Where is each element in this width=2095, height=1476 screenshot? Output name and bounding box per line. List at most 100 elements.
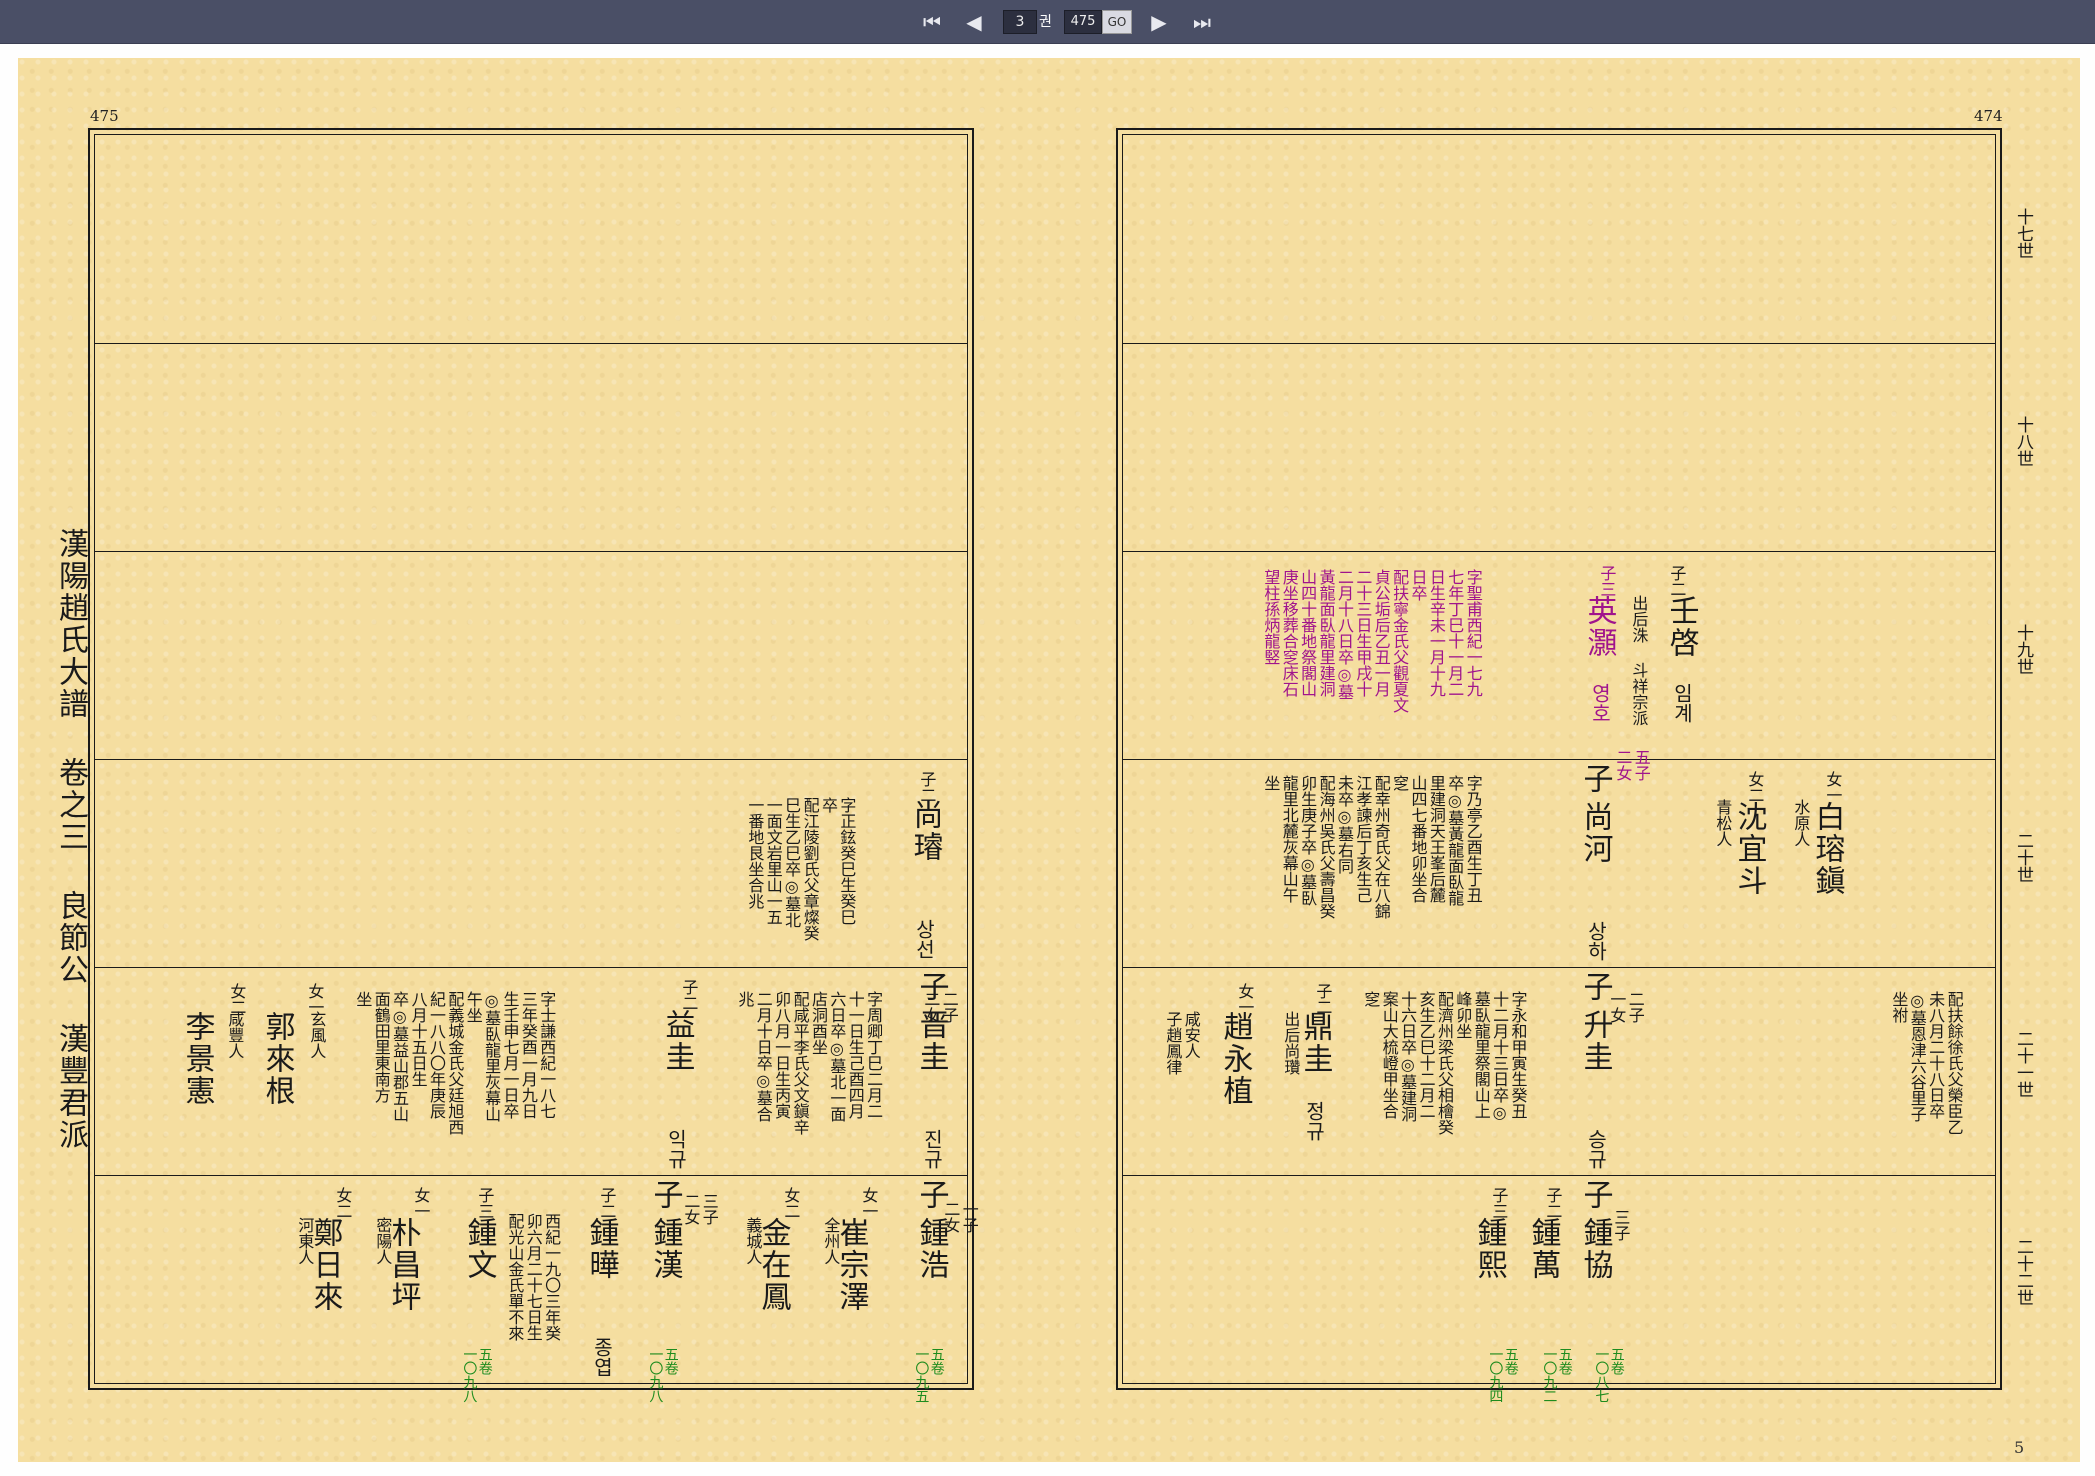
entry-name: 英灝 <box>1581 595 1617 659</box>
entry-name: 晋圭 <box>913 1009 949 1073</box>
entry-volume-reference: 五卷 一〇九五 <box>913 1347 945 1403</box>
generation-label: 二十一世 <box>2013 1030 2033 1098</box>
entry-relation: 女一 <box>1823 771 1843 803</box>
entry-korean-name: 영호 <box>1588 683 1612 723</box>
entry-name: 鍾熙 <box>1471 1217 1507 1281</box>
entry-korean-name: 승규 <box>1584 1129 1608 1169</box>
generation-label: 二十二世 <box>2013 1238 2033 1306</box>
entry-name: 沈宜斗 <box>1731 801 1767 897</box>
entry-name: 壬啓 <box>1663 595 1699 659</box>
entry-origin: 玄風人 <box>307 1011 327 1059</box>
page-input[interactable]: 475 <box>1064 10 1102 34</box>
entry-relation: 女二 <box>781 1187 801 1219</box>
row-divider <box>95 1175 967 1176</box>
row-divider <box>1123 759 1995 760</box>
entry-korean-name: 상선 <box>912 919 936 959</box>
entry-relation: 女二 <box>333 1187 353 1219</box>
entry-biography: 字乃亭乙酉生丁丑 卒◎墓黃龍面臥龍 里建洞天王峯后麓 山四七番地卯坐合 窆 配幸… <box>1261 775 1483 919</box>
entry-origin: 密陽人 <box>373 1217 393 1265</box>
row-divider <box>1123 343 1995 344</box>
entry-volume-reference: 五卷 一〇九八 <box>461 1347 493 1403</box>
entry-relation: 子二 <box>1543 1187 1563 1219</box>
first-page-button[interactable]: ⏮ <box>914 7 950 37</box>
entry-biography: 西紀一九〇三年癸 卯六月二十七日生 配光山金氏單不來 <box>505 1213 562 1341</box>
entry-korean-name: 익규 <box>664 1129 688 1169</box>
entry-korean-name: 종엽 <box>590 1337 614 1377</box>
entry-relation: 子二 <box>679 979 699 1011</box>
entry-name: 子 <box>913 1179 949 1211</box>
entry-volume-reference: 五卷 一〇九八 <box>647 1347 679 1403</box>
entry-children-count: 三子 <box>1611 1209 1631 1241</box>
row-divider <box>95 759 967 760</box>
generation-label: 十九世 <box>2013 624 2033 675</box>
entry-name: 鍾萬 <box>1525 1217 1561 1281</box>
entry-volume-reference: 五卷 一〇九四 <box>1487 1347 1519 1403</box>
entry-origin: 義城人 <box>743 1217 763 1265</box>
viewer-toolbar: ⏮ ◀ 3 권 475 GO ▶ ⏭ <box>0 0 2095 44</box>
prev-page-button[interactable]: ◀ <box>956 7 992 37</box>
entry-relation: 子二 <box>597 1187 617 1219</box>
entry-biography: 字周卿丁巳二月二 十一日生己酉四月 六日卒◎墓北一面 店洞酉坐 配咸平李氏父文鎭… <box>735 991 884 1135</box>
entry-korean-name: 상하 <box>1584 921 1608 961</box>
entry-name: 子 <box>913 971 949 1003</box>
row-divider <box>95 343 967 344</box>
entry-name: 鼎圭 <box>1297 1011 1333 1075</box>
entry-children-count: 二子 一女 <box>1607 991 1645 1023</box>
entry-name: 升圭 <box>1577 1009 1613 1073</box>
book-side-title: 漢陽趙氏大譜 卷之三 良節公 漢豐君派 <box>53 528 88 1151</box>
row-divider <box>95 551 967 552</box>
entry-name: 子 <box>647 1179 683 1211</box>
row-divider <box>1123 967 1995 968</box>
entry-origin: 河東人 <box>295 1217 315 1265</box>
right-page-number: 474 <box>1974 107 2003 125</box>
entry-volume-reference: 五卷 一〇八七 <box>1593 1347 1625 1403</box>
entry-note: 出后尚瓚 <box>1281 1011 1301 1075</box>
entry-relation: 子二 <box>1667 565 1687 597</box>
entry-relation: 女二 <box>1745 771 1765 803</box>
entry-name: 趙永植 <box>1217 1011 1253 1107</box>
entry-biography: 字士謙西紀一八七 三年癸酉一月九日 生壬申七月一日卒 ◎墓臥龍里灰幕山 午坐 配… <box>353 991 557 1135</box>
entry-name: 鍾協 <box>1577 1217 1613 1281</box>
entry-relation: 子三 <box>475 1187 495 1219</box>
left-page-number: 475 <box>90 107 119 125</box>
entry-name: 尚璿 <box>907 799 943 863</box>
row-divider <box>1123 551 1995 552</box>
entry-origin: 全州人 <box>821 1217 841 1265</box>
entry-children-count: 五子 二女 <box>1613 749 1651 781</box>
go-button[interactable]: GO <box>1102 10 1132 34</box>
entry-name: 子 <box>1577 971 1613 1003</box>
entry-korean-name: 정규 <box>1302 1101 1326 1141</box>
generation-label: 十七世 <box>2013 208 2033 259</box>
entry-relation: 女一 <box>411 1187 431 1219</box>
entry-name: 鍾文 <box>461 1217 497 1281</box>
entry-name: 子 <box>1577 763 1613 795</box>
row-divider <box>1123 1175 1995 1176</box>
entry-children-count: 三子 二女 <box>681 1193 719 1225</box>
entry-relation: 子三 <box>1489 1187 1509 1219</box>
entry-origin: 水原人 <box>1791 799 1811 847</box>
entry-relation: 子三 <box>1597 565 1617 597</box>
entry-korean-name: 진규 <box>920 1129 944 1169</box>
entry-name: 鍾浩 <box>913 1217 949 1281</box>
last-page-button[interactable]: ⏭ <box>1184 7 1220 37</box>
volume-unit-label: 권 <box>1039 14 1052 30</box>
entry-name: 郭來根 <box>259 1011 295 1107</box>
next-page-button[interactable]: ▶ <box>1141 7 1177 37</box>
entry-name: 子 <box>1577 1179 1613 1211</box>
volume-input[interactable]: 3 <box>1003 10 1037 34</box>
entry-name: 益圭 <box>659 1009 695 1073</box>
left-page-panel: 子二 尚璿 상선 二子 二女 字正鉉癸巳生癸巳 卒 配江陵劉氏父章燦癸 巳生乙巳… <box>88 128 979 1403</box>
entry-korean-name: 임계 <box>1670 683 1694 723</box>
entry-origin: 咸安人 子趙鳳律 <box>1163 1011 1201 1075</box>
entry-name: 尚河 <box>1577 801 1613 865</box>
generation-label: 二十世 <box>2013 832 2033 883</box>
entry-name: 白瑢鎭 <box>1809 801 1845 897</box>
entry-note: 出后洙 斗祥宗派 <box>1629 595 1649 726</box>
row-divider <box>95 967 967 968</box>
book-spread: 475 474 漢陽趙氏大譜 卷之三 良節公 漢豐君派 子二 尚璿 상선 二子 … <box>18 58 2080 1462</box>
entry-volume-reference: 五卷 一〇九二 <box>1541 1347 1573 1403</box>
entry-name: 李景憲 <box>179 1011 215 1107</box>
entry-name: 鍾漢 <box>647 1217 683 1281</box>
entry-biography: 字聖甫西紀一七九 七年丁巳十一月二 日生辛未一月十九 日卒 配扶寧金氏父觀夏文 … <box>1261 569 1483 713</box>
entry-biography: 字永和甲寅生癸丑 十二月十三日卒◎ 墓臥龍里祭閣山上 峰卯坐 配濟州梁氏父相檜癸… <box>1361 991 1528 1135</box>
